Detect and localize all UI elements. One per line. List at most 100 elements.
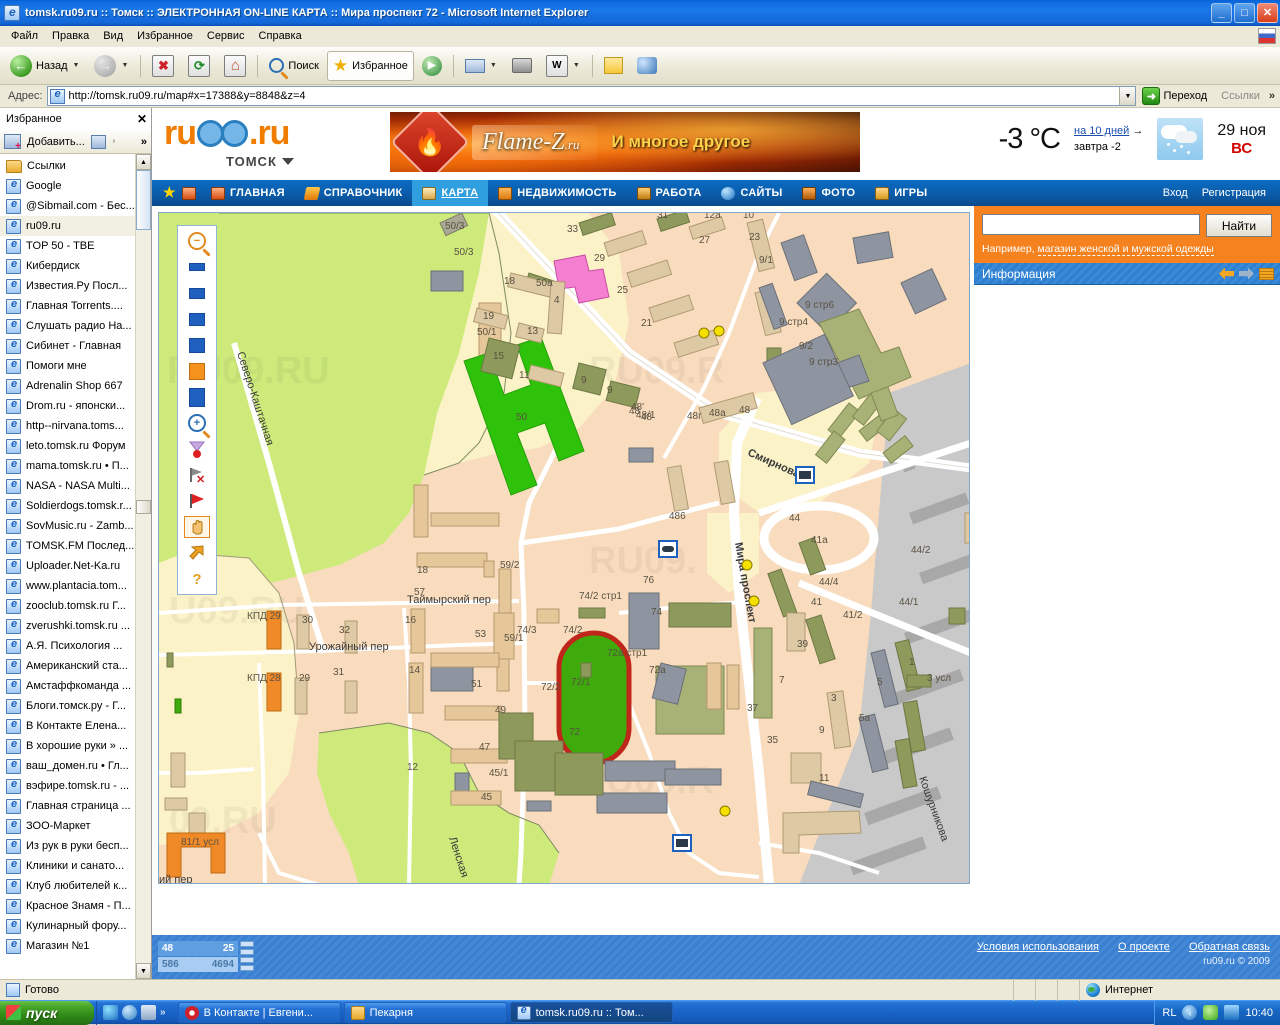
favorite-item[interactable]: www.plantacia.tom...	[0, 576, 135, 596]
footer-link-terms[interactable]: Условия использования	[977, 941, 1099, 953]
edit-dropdown-icon[interactable]: ▼	[572, 62, 581, 69]
footer-link-feedback[interactable]: Обратная связь	[1189, 941, 1270, 953]
favorite-item[interactable]: Сибинет - Главная	[0, 336, 135, 356]
favorite-item[interactable]: NASA - NASA Multi...	[0, 476, 135, 496]
favorite-item[interactable]: Красное Знамя - П...	[0, 896, 135, 916]
menu-tools[interactable]: Сервис	[200, 28, 252, 44]
forward-dropdown-icon[interactable]: ▼	[120, 62, 129, 69]
favorite-item[interactable]: Из рук в руки бесп...	[0, 836, 135, 856]
favorite-item[interactable]: Известия.Ру Посл...	[0, 276, 135, 296]
favorite-item[interactable]: вэфире.tomsk.ru - ...	[0, 776, 135, 796]
nav-item-jobs[interactable]: РАБОТА	[627, 180, 712, 206]
taskbar-item-vkontakte[interactable]: В Контакте | Евгени...	[177, 1002, 341, 1023]
list-icon[interactable]	[1259, 267, 1274, 280]
favorite-item[interactable]: Помоги мне	[0, 356, 135, 376]
taskbar-item-ie[interactable]: tomsk.ru09.ru :: Том...	[509, 1002, 673, 1023]
favorite-item[interactable]: В Контакте Елена...	[0, 716, 135, 736]
favorite-item[interactable]: zooclub.tomsk.ru Г...	[0, 596, 135, 616]
marker-icon[interactable]	[184, 438, 210, 460]
favorite-item[interactable]: Американский ста...	[0, 656, 135, 676]
language-indicator[interactable]: RL	[1162, 1007, 1176, 1019]
forecast-link[interactable]: на 10 дней	[1074, 125, 1129, 137]
favorite-item[interactable]: Слушать радио На...	[0, 316, 135, 336]
start-button[interactable]: пуск	[0, 1000, 94, 1025]
favorite-item[interactable]: А.Я. Психология ...	[0, 636, 135, 656]
nav-item-games[interactable]: ИГРЫ	[865, 180, 937, 206]
advertising-banner[interactable]: 🔥 Flame-Z.ru И многое другое	[390, 112, 860, 172]
favorite-item[interactable]: mama.tomsk.ru • П...	[0, 456, 135, 476]
go-button[interactable]: ➜ Переход	[1140, 86, 1213, 106]
media-button[interactable]: ▶	[416, 51, 448, 81]
quicklaunch-icon-3[interactable]	[141, 1005, 156, 1020]
footer-link-about[interactable]: О проекте	[1118, 941, 1170, 953]
favorite-item[interactable]: http--nirvana.toms...	[0, 416, 135, 436]
nav-item-directory[interactable]: СПРАВОЧНИК	[295, 180, 413, 206]
nav-item-photo[interactable]: ФОТО	[792, 180, 865, 206]
favorite-item[interactable]: ru09.ru	[0, 216, 135, 236]
back-dropdown-icon[interactable]: ▼	[72, 62, 81, 69]
add-favorite-label[interactable]: Добавить...	[27, 136, 85, 148]
maximize-button[interactable]: □	[1234, 3, 1255, 23]
favorite-item[interactable]: Ссылки	[0, 156, 135, 176]
nav-item-map[interactable]: КАРТА	[412, 180, 489, 206]
nav-item-main[interactable]: ГЛАВНАЯ	[201, 180, 295, 206]
favorites-scrollbar[interactable]: ▲ ▼	[135, 154, 151, 979]
mail-dropdown-icon[interactable]: ▼	[489, 62, 498, 69]
quicklaunch-ie-icon[interactable]	[122, 1005, 137, 1020]
favorites-scroll-track[interactable]	[136, 170, 151, 963]
favorites-scroll-thumb[interactable]	[136, 170, 151, 230]
favorite-item[interactable]: Главная страница ...	[0, 796, 135, 816]
site-logo[interactable]: ru .ru	[164, 116, 390, 150]
search-button[interactable]: Найти	[1206, 214, 1272, 237]
prev-arrow-icon[interactable]	[1219, 267, 1234, 280]
map-svg[interactable]: RU09.RU RU09.R U09.RU RU09. 09.RU RU09.R	[159, 213, 970, 884]
favorites-close-icon[interactable]: ✕	[137, 112, 147, 126]
favorite-item[interactable]: Drom.ru - японски...	[0, 396, 135, 416]
favorites-overflow-icon[interactable]: »	[141, 136, 147, 148]
stop-button[interactable]: ✖	[146, 51, 180, 81]
tray-network-icon[interactable]	[1224, 1005, 1240, 1020]
links-button[interactable]: Ссылки	[1217, 89, 1264, 103]
tray-expand-icon[interactable]: ‹	[1182, 1005, 1198, 1020]
menu-file[interactable]: Файл	[4, 28, 45, 44]
search-button[interactable]: Поиск	[263, 51, 324, 81]
minimize-button[interactable]: _	[1211, 3, 1232, 23]
back-button[interactable]: ← Назад ▼	[4, 51, 86, 81]
favorite-item[interactable]: Главная Torrents....	[0, 296, 135, 316]
favorites-scroll-grip[interactable]	[136, 500, 151, 514]
flag-icon[interactable]	[184, 490, 210, 512]
zoom-level-1[interactable]	[184, 256, 210, 278]
nav-item-realestate[interactable]: НЕДВИЖИМОСТЬ	[488, 180, 626, 206]
menu-edit[interactable]: Правка	[45, 28, 96, 44]
favorite-item[interactable]: Клуб любителей к...	[0, 876, 135, 896]
favorite-item[interactable]: Google	[0, 176, 135, 196]
favorite-item[interactable]: TOP 50 - TBE	[0, 236, 135, 256]
home-button[interactable]: ⌂	[218, 51, 252, 81]
zoom-level-5-selected[interactable]	[184, 360, 210, 382]
mail-button[interactable]: ▼	[459, 51, 504, 81]
address-dropdown-icon[interactable]: ▼	[1119, 87, 1136, 105]
next-arrow-icon[interactable]	[1239, 267, 1254, 280]
scroll-up-icon[interactable]: ▲	[136, 154, 151, 170]
nav-item-sites[interactable]: САЙТЫ	[711, 180, 792, 206]
search-hint-link[interactable]: магазин женской и мужской одежды	[1037, 243, 1214, 256]
organize-dropdown-icon[interactable]: ›	[112, 138, 116, 145]
favorite-item[interactable]: Adrenalin Shop 667	[0, 376, 135, 396]
favorites-button[interactable]: ★ Избранное	[326, 50, 414, 81]
refresh-button[interactable]: ⟳	[182, 51, 216, 81]
notes-button[interactable]	[598, 51, 629, 81]
add-favorite-icon[interactable]	[4, 134, 21, 152]
favorite-item[interactable]: ЗОО-Маркет	[0, 816, 135, 836]
zoom-level-4[interactable]	[184, 334, 210, 356]
tray-antivirus-icon[interactable]	[1203, 1005, 1219, 1020]
favorite-item[interactable]: TOMSK.FM Послед...	[0, 536, 135, 556]
zoom-level-6[interactable]	[184, 386, 210, 408]
edit-button[interactable]: W ▼	[540, 51, 587, 81]
favorite-item[interactable]: Блоги.томск.ру - Г...	[0, 696, 135, 716]
login-link[interactable]: Вход	[1163, 187, 1188, 199]
close-button[interactable]: ✕	[1257, 3, 1278, 23]
favorite-item[interactable]: Uploader.Net-Ka.ru	[0, 556, 135, 576]
arrow-tool-icon[interactable]	[184, 542, 210, 564]
favorite-item[interactable]: Клиники и санато...	[0, 856, 135, 876]
toolbar-overflow-icon[interactable]: »	[1268, 90, 1276, 102]
